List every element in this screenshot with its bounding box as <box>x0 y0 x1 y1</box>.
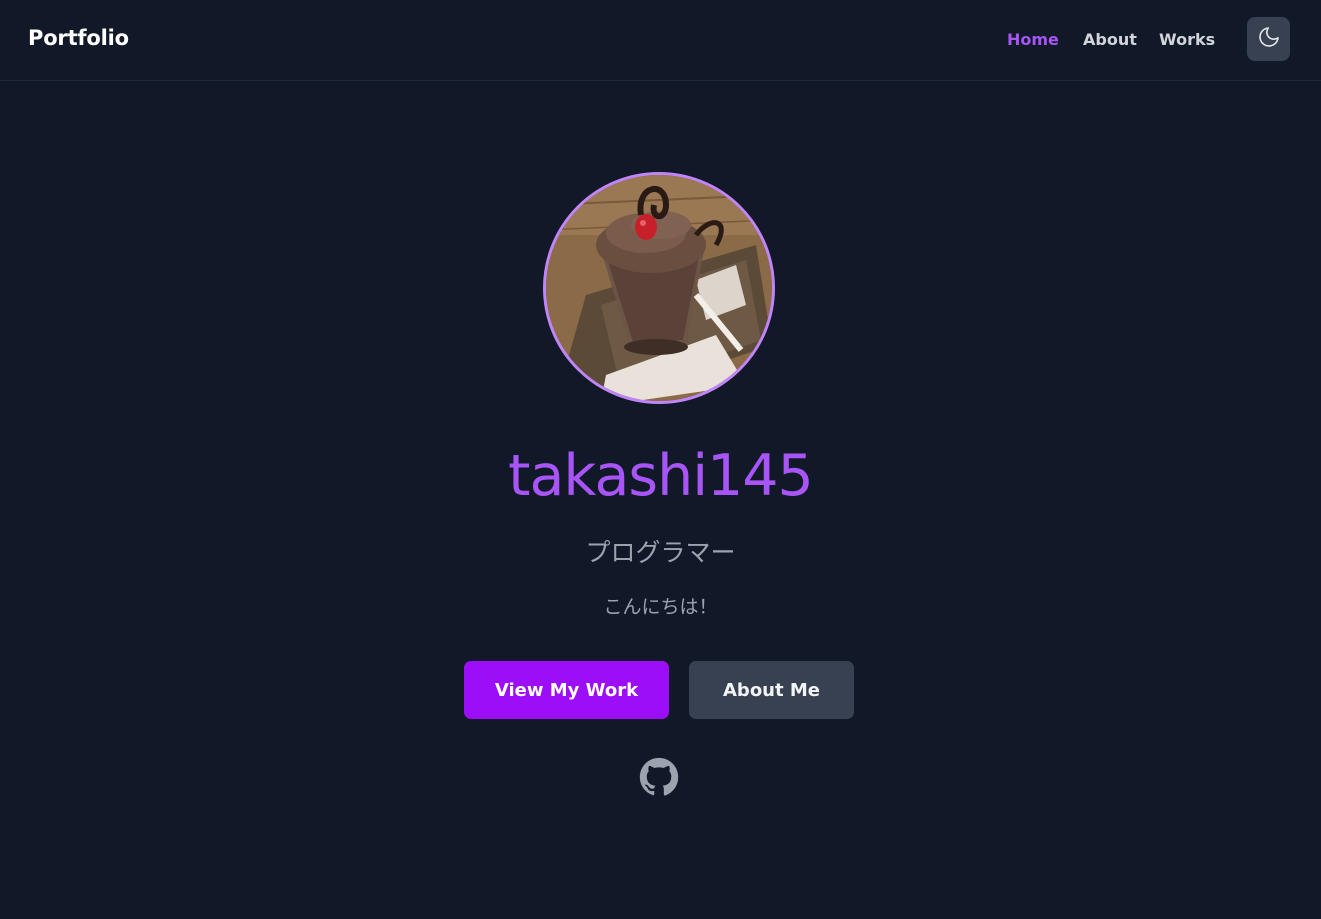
profile-photo <box>546 175 772 401</box>
profile-name: takashi145 <box>508 443 814 509</box>
view-my-work-button[interactable]: View My Work <box>464 661 669 719</box>
nav-link-works[interactable]: Works <box>1159 30 1215 49</box>
profile-role: プログラマー <box>585 538 736 567</box>
nav-link-home[interactable]: Home <box>1007 30 1059 49</box>
theme-toggle-button[interactable] <box>1247 17 1290 61</box>
moon-icon <box>1257 25 1281 53</box>
brand-logo[interactable]: Portfolio <box>28 26 129 50</box>
github-icon[interactable] <box>639 757 679 797</box>
avatar <box>543 172 775 404</box>
about-me-button[interactable]: About Me <box>689 661 854 719</box>
navbar: Portfolio Home About Works <box>0 0 1321 81</box>
nav-link-about[interactable]: About <box>1083 30 1137 49</box>
greeting-text: こんにちは！ <box>603 596 718 618</box>
